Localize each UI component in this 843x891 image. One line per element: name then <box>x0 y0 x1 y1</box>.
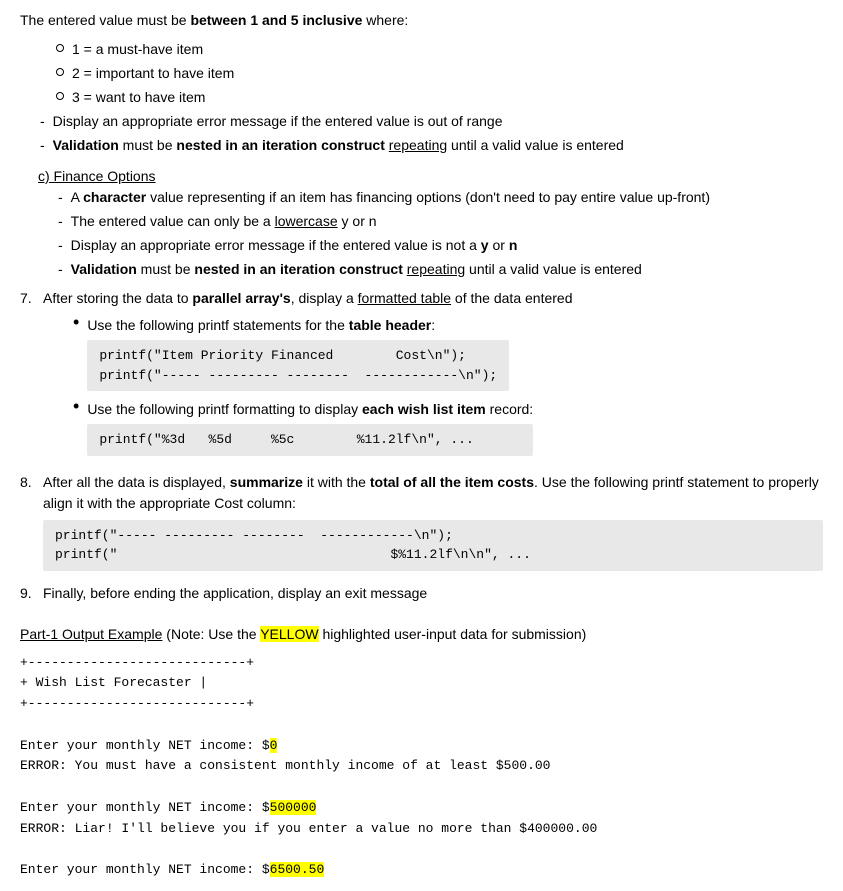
part1-note: (Note: Use the <box>162 626 260 642</box>
dash-icon: - <box>58 259 63 280</box>
terminal-line: ERROR: You must have a consistent monthl… <box>20 756 823 777</box>
circle-item-text: 1 = a must-have item <box>72 39 203 60</box>
item-8-content: After all the data is displayed, summari… <box>43 472 823 575</box>
dash-icon: - <box>58 187 63 208</box>
dash-item-text: The entered value can only be a lowercas… <box>71 211 377 232</box>
bullet-text: Use the following printf statements for … <box>87 317 435 333</box>
list-item: - Validation must be nested in an iterat… <box>40 135 823 156</box>
part1-label: Part-1 Output Example <box>20 626 162 642</box>
section-c: c) Finance Options - A character value r… <box>38 166 823 280</box>
terminal-line: ERROR: Liar! I'll believe you if you ent… <box>20 819 823 840</box>
terminal-blank <box>20 715 823 736</box>
dash-list-priority: - Display an appropriate error message i… <box>20 111 823 156</box>
code-block-record: printf("%3d %5d %5c %11.2lf\n", ... <box>87 424 533 456</box>
list-item: - Display an appropriate error message i… <box>40 111 823 132</box>
dash-item-text: Display an appropriate error message if … <box>71 235 518 256</box>
terminal-input-line: Enter your monthly NET income: $500000 <box>20 798 823 819</box>
terminal-line: +----------------------------+ <box>20 653 823 674</box>
list-item: 3 = want to have item <box>56 87 823 108</box>
section-c-label: c) Finance Options <box>38 166 823 187</box>
dash-item-text: A character value representing if an ite… <box>71 187 710 208</box>
list-item: - Validation must be nested in an iterat… <box>58 259 823 280</box>
dash-icon: - <box>40 111 45 132</box>
top-note: The entered value must be between 1 and … <box>20 10 823 31</box>
circle-item-text: 2 = important to have item <box>72 63 234 84</box>
list-item: - The entered value can only be a lowerc… <box>58 211 823 232</box>
user-input: 6500.50 <box>270 862 325 877</box>
item-7-number: 7. <box>20 288 38 309</box>
user-input: 500000 <box>270 800 317 815</box>
bullet-dot-icon: • <box>73 313 79 331</box>
terminal-input-line: Enter your monthly NET income: $6500.50 <box>20 860 823 881</box>
dash-item-text: Validation must be nested in an iteratio… <box>53 135 624 156</box>
item-8-number: 8. <box>20 472 38 493</box>
list-item: 2 = important to have item <box>56 63 823 84</box>
code-block-summary: printf("----- --------- -------- -------… <box>43 520 823 571</box>
terminal-line: +----------------------------+ <box>20 694 823 715</box>
list-item: • Use the following printf formatting to… <box>73 399 572 460</box>
terminal-output: +----------------------------+ + Wish Li… <box>20 653 823 882</box>
item-9-container: 9. Finally, before ending the applicatio… <box>20 583 823 604</box>
output-example-label: Part-1 Output Example (Note: Use the YEL… <box>20 624 823 645</box>
user-input: 0 <box>270 738 278 753</box>
terminal-blank <box>20 840 823 861</box>
terminal-blank <box>20 777 823 798</box>
item-8-text: After all the data is displayed, summari… <box>43 474 819 511</box>
list-item: - Display an appropriate error message i… <box>58 235 823 256</box>
terminal-input-line: Enter your monthly NET income: $0 <box>20 736 823 757</box>
bullet-text: Use the following printf formatting to d… <box>87 401 533 417</box>
bullet-item-content: Use the following printf formatting to d… <box>87 399 533 460</box>
item-7-bullet-list: • Use the following printf statements fo… <box>43 315 572 460</box>
list-item: • Use the following printf statements fo… <box>73 315 572 395</box>
item-7-text: After storing the data to parallel array… <box>43 290 572 306</box>
section-c-title: c) Finance Options <box>38 168 156 184</box>
item-7-container: 7. After storing the data to parallel ar… <box>20 288 823 464</box>
section-c-dash-list: - A character value representing if an i… <box>38 187 823 280</box>
yellow-label: YELLOW <box>260 626 318 642</box>
main-content: The entered value must be between 1 and … <box>20 10 823 881</box>
circle-bullet-icon <box>56 68 64 76</box>
item-7-content: After storing the data to parallel array… <box>43 288 572 464</box>
item-9-number: 9. <box>20 583 38 604</box>
circle-bullet-icon <box>56 92 64 100</box>
dash-item-text: Display an appropriate error message if … <box>53 111 503 132</box>
circle-bullet-icon <box>56 44 64 52</box>
dash-icon: - <box>40 135 45 156</box>
item-9-text: Finally, before ending the application, … <box>43 583 427 604</box>
part-1-output: Part-1 Output Example (Note: Use the YEL… <box>20 624 823 882</box>
part1-note2: highlighted user-input data for submissi… <box>319 626 587 642</box>
terminal-line: + Wish List Forecaster | <box>20 673 823 694</box>
circle-list: 1 = a must-have item 2 = important to ha… <box>20 39 823 108</box>
dash-icon: - <box>58 235 63 256</box>
circle-item-text: 3 = want to have item <box>72 87 205 108</box>
list-item: - A character value representing if an i… <box>58 187 823 208</box>
bullet-item-content: Use the following printf statements for … <box>87 315 509 395</box>
code-block-header: printf("Item Priority Financed Cost\n");… <box>87 340 509 391</box>
item-8-container: 8. After all the data is displayed, summ… <box>20 472 823 575</box>
dash-item-text: Validation must be nested in an iteratio… <box>71 259 642 280</box>
top-note-text: The entered value must be between 1 and … <box>20 12 408 28</box>
list-item: 1 = a must-have item <box>56 39 823 60</box>
dash-icon: - <box>58 211 63 232</box>
bullet-dot-icon: • <box>73 397 79 415</box>
